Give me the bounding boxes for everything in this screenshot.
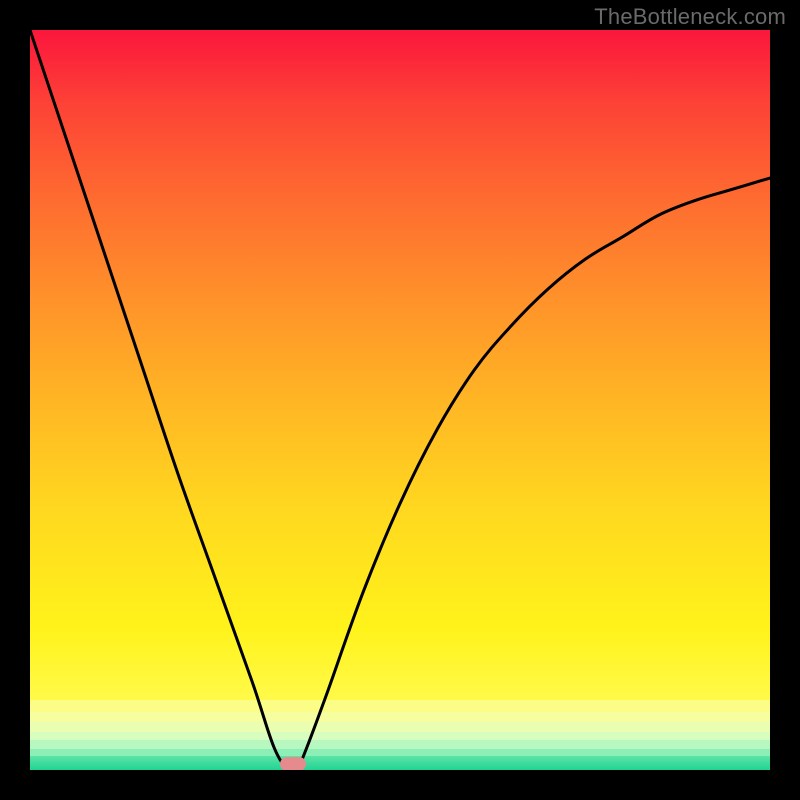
chart-frame: TheBottleneck.com <box>0 0 800 800</box>
curve-svg <box>30 30 770 770</box>
bottleneck-curve <box>30 30 770 770</box>
attribution-text: TheBottleneck.com <box>594 4 786 30</box>
plot-area <box>30 30 770 770</box>
minimum-marker <box>280 757 306 770</box>
